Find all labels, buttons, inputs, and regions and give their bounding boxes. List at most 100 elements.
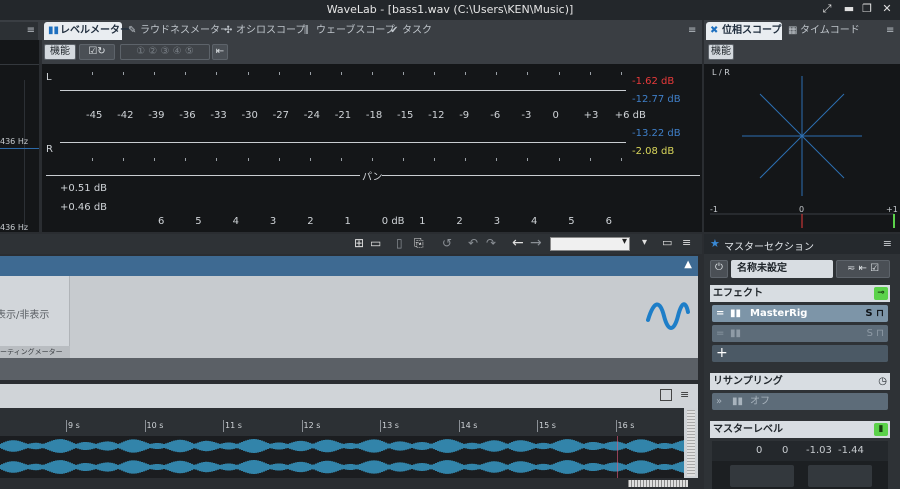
tab-loudness-meter[interactable]: ✎ ラウドネスメーター [124,22,230,40]
restore-button[interactable]: ❐ [860,2,874,16]
forward-arrow-icon[interactable]: → [530,235,542,251]
master-fader-area[interactable] [712,461,888,489]
scale-dot [527,158,529,161]
scale-dot [371,72,373,75]
navigation-dropdown[interactable]: ▾ [550,236,630,251]
ribbon-area: 表示/非表示 ーティングメーター [0,276,698,358]
scale-dot [185,72,187,75]
pan-scale-label: 0 dB [381,216,405,227]
pan-scale: 6 5 4 3 2 1 0 dB 1 2 3 4 5 6 [42,216,702,230]
pan-value-1: +0.51 dB [60,183,108,194]
tab-wavescope[interactable]: ⫼ ウェーブスコープ [300,22,395,40]
close-button[interactable]: ✕ [880,2,894,16]
chevron-up-icon[interactable]: ▲ [684,259,692,270]
open-folder-icon[interactable]: ▭ [370,236,381,250]
scale-dot [496,158,498,161]
resampling-slot[interactable]: » ▮▮ オフ [712,393,888,410]
check-icon[interactable]: ☑ [870,263,879,274]
hz-label: 436 Hz [0,223,29,232]
timeline-label: 12 s [303,421,321,430]
save-as-icon[interactable]: ⎘ [414,236,424,251]
scale-dot [92,72,93,75]
effects-header[interactable]: エフェクト ⊸ [710,285,890,302]
playhead-marker[interactable] [617,436,618,478]
timeline-ruler[interactable]: 9 s 10 s 11 s 12 s 13 s 14 s 15 s 16 s [0,408,684,436]
scale-dot [123,158,125,161]
new-file-icon[interactable]: ⊞ [354,236,364,250]
solo-bypass-icons[interactable]: S ⊓ [865,305,884,322]
play-icon[interactable]: » [716,393,722,410]
pan-scale-label: 3 [493,216,501,227]
scale-dot [123,72,125,75]
settings-toggle-button[interactable]: ☑↻ [79,44,115,60]
tab-oscilloscope[interactable]: ✣ オシロスコープ [220,22,305,40]
power-icon[interactable]: ⏻ [710,260,728,278]
tab-level-meter[interactable]: ▮▮レベルメーター [44,22,130,40]
history-icon[interactable]: ↺ [442,236,452,250]
left-spectrum-panel: 436 Hz 436 Hz [0,40,39,232]
menu-icon[interactable]: ≡ [27,22,35,40]
peak-l-value: -1.62 dB [632,76,675,87]
wave-icon[interactable]: ≂ [847,263,855,274]
show-hide-label[interactable]: 表示/非表示 [0,306,49,321]
scale-dot [589,72,591,75]
scale-dot [371,158,373,161]
save-icon[interactable]: ▯ [396,236,403,250]
preset-actions[interactable]: ≂ ⇤ ☑ [836,260,890,278]
chevron-down-icon: ▾ [621,236,627,247]
clock-icon[interactable]: ◷ [878,373,887,390]
menu-icon[interactable]: ≡ [680,388,689,401]
horizontal-scroll[interactable] [0,478,698,489]
function-menu-button[interactable]: 機能 [44,44,76,60]
timeline-label: 13 s [382,421,399,430]
menu-icon[interactable]: ≡ [882,22,898,40]
preset-slots[interactable]: ① ② ③ ④ ⑤ [120,44,210,60]
phase-scope-panel: 機能 L / R -1 0 +1 [704,40,900,232]
pan-scale-label: 1 [344,216,351,227]
effects-toggle[interactable]: ⊸ [874,287,888,300]
cross-dots-icon: ✣ [224,25,233,36]
waveform-channel [0,439,685,453]
chevron-down-icon[interactable]: ▾ [642,237,647,248]
timeline-tick [615,420,617,432]
waveform-area[interactable] [0,436,685,478]
redo-icon[interactable]: ↷ [486,236,496,250]
tab-tasks[interactable]: ✔ タスク [386,22,436,40]
add-effect-button[interactable]: + [712,345,888,362]
timeline-tick [301,420,303,432]
undo-icon[interactable]: ↶ [468,236,478,250]
effect-slot-1[interactable]: = ▮▮ MasterRig S ⊓ [712,305,888,322]
drag-handle-icon[interactable]: = [716,325,724,342]
vertical-zoom-bar[interactable] [684,408,698,478]
reset-icon[interactable]: ⇤ [859,263,867,274]
pan-scale-label: 6 [605,216,612,227]
scale-dot [309,72,311,75]
timeline-label: 14 s [460,421,478,430]
pan-value-2: +0.46 dB [60,202,108,213]
tab-timecode[interactable]: ▦ タイムコード [784,22,860,40]
menu-icon[interactable]: ≡ [883,237,892,250]
preset-name-field[interactable]: 名称未設定 [731,260,833,278]
timeline-label: 9 s [68,421,80,430]
timeline-tick [537,420,538,432]
metering-label: ーティングメーター [0,346,70,358]
master-level-header[interactable]: マスターレベル ▮ [710,421,890,438]
drag-handle-icon[interactable]: = [716,305,724,322]
menu-icon[interactable]: ≡ [682,236,691,249]
pan-scale-label: 5 [568,216,575,227]
expand-icon[interactable]: ⤢ [820,2,834,16]
pan-scale-label: 4 [232,216,239,227]
tab-phase-scope[interactable]: ✖ 位相スコープ [706,22,782,40]
minimize-button[interactable]: ▬ [842,2,856,16]
resampling-header[interactable]: リサンプリング ◷ [710,373,890,390]
solo-bypass-icons[interactable]: S ⊓ [867,325,884,342]
checkbox[interactable] [660,389,672,401]
phase-function-button[interactable]: 機能 [708,44,734,60]
back-arrow-icon[interactable]: ← [512,235,524,251]
menu-icon[interactable]: ≡ [684,22,700,40]
scale-dot [527,72,529,75]
effect-slot-2[interactable]: = ▮▮ S ⊓ [712,325,888,342]
reset-to-start-icon[interactable]: ⇤ [212,44,228,60]
window-layout-icon[interactable]: ▭ [662,236,672,249]
master-level-toggle[interactable]: ▮ [874,423,888,436]
